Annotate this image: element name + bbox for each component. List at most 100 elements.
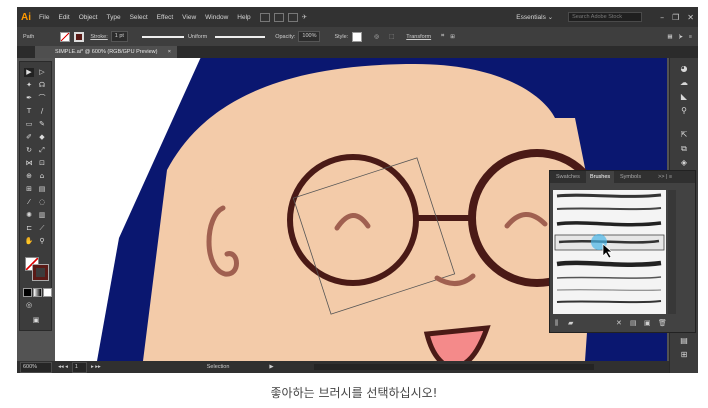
stroke-swatch[interactable] [74,31,85,42]
opacity-label[interactable]: Opacity: [275,34,295,40]
variable-width-profile[interactable] [141,35,184,38]
slice-tool-icon[interactable]: ⟋ [37,224,47,233]
paintbrush-tool-icon[interactable]: ✎ [37,120,47,129]
color-panel-icon[interactable]: ◕ [678,64,690,74]
brush-options-icon[interactable]: ▤ [630,319,637,327]
layers-icon[interactable]: ◈ [678,158,690,168]
artboard-number-field[interactable]: 1 [71,361,87,373]
mesh-tool-icon[interactable]: ⊞ [24,185,34,194]
recolor-icon[interactable]: ◎ [374,34,379,40]
curvature-tool-icon[interactable]: ⌒ [37,94,47,103]
width-tool-icon[interactable]: ⋈ [24,159,34,168]
rotate-tool-icon[interactable]: ↻ [24,146,34,155]
export-icon[interactable]: ⇱ [678,130,690,140]
new-brush-icon[interactable]: ▣ [644,319,651,327]
navigator-icon[interactable]: ⚲ [678,106,690,116]
menu-help[interactable]: Help [237,14,250,21]
arrange-documents-icon[interactable] [287,12,298,22]
close-icon[interactable]: ✕ [687,13,694,22]
shape-builder-icon[interactable]: ⊕ [24,172,34,181]
drawing-modes-icon[interactable]: ◎ [24,301,34,310]
workspace-switcher[interactable]: Essentials ⌄ [516,13,553,21]
panel-menu-icon[interactable]: >> | ≡ [654,171,676,183]
menu-type[interactable]: Type [106,14,120,21]
menu-icon[interactable]: ≡ [689,34,692,40]
none-mode-icon[interactable] [43,288,52,297]
fill-swatch[interactable] [60,31,71,42]
selection-tool-icon[interactable]: ▶ [24,68,34,77]
artboard-next-icon[interactable]: ▸ ▸▸ [91,364,101,370]
profile-dropdown[interactable]: Uniform [188,34,207,40]
panel-toggle-icon[interactable]: ▦ [667,34,672,40]
artboards-icon[interactable]: ⧉ [678,144,690,154]
tab-swatches[interactable]: Swatches [552,171,584,183]
stock-search-input[interactable]: Search Adobe Stock [568,12,643,22]
brush-dry-ink[interactable] [556,260,662,267]
align-icon[interactable]: ⬚ [389,34,394,40]
stroke-color-swatch[interactable] [32,264,49,281]
pen-tool-icon[interactable]: ✒ [24,94,34,103]
gpu-performance-icon[interactable]: ✈ [302,13,307,21]
screen-mode-icon[interactable]: ▣ [31,316,41,325]
blend-tool-icon[interactable]: ◌ [37,198,47,207]
brush-fude[interactable] [556,300,662,304]
artboard-tool-icon[interactable]: ⊏ [24,224,34,233]
shaper-tool-icon[interactable]: ✐ [24,133,34,142]
eyedropper-icon[interactable]: ⁄ [24,198,34,207]
brush-list[interactable] [553,190,666,314]
graphic-style-swatch[interactable] [352,31,363,42]
brush-selected[interactable] [558,239,660,244]
menu-view[interactable]: View [182,14,196,21]
transform-icon[interactable]: ⌗ [441,33,444,40]
menu-edit[interactable]: Edit [58,14,69,21]
brush-libraries-icon[interactable]: ⫼ [555,319,558,328]
gradient-mode-icon[interactable] [33,288,42,297]
panel-expand-icon[interactable]: |▸ [679,34,683,40]
minimize-icon[interactable]: – [660,13,664,22]
brush-charcoal[interactable] [556,193,662,198]
eraser-tool-icon[interactable]: ◆ [37,133,47,142]
zoom-field[interactable]: 600% [20,361,53,373]
hand-tool-icon[interactable]: ✋ [24,237,34,246]
perspective-grid-icon[interactable]: ⌂ [37,172,47,181]
brush-definition[interactable] [215,35,266,38]
zoom-tool-icon[interactable]: ⚲ [37,237,47,246]
artboard-prev-icon[interactable]: ◂◂ ◂ [58,364,68,370]
status-tool-name[interactable]: Selection [207,364,230,370]
panel-scrollbar[interactable] [668,190,676,314]
transform-panel-icon[interactable]: ⊞ [678,350,690,360]
delete-brush-icon[interactable]: 🗑 [658,319,667,327]
horizontal-scrollbar[interactable] [313,364,594,370]
stroke-label[interactable]: Stroke: [90,34,107,40]
stock-icon[interactable] [273,12,284,22]
free-transform-icon[interactable]: ⊡ [37,159,47,168]
brush-chalk[interactable] [556,207,662,211]
opacity-field[interactable]: 100% [298,31,321,42]
status-arrow-icon[interactable]: ▶ [269,364,273,370]
isolate-icon[interactable]: ⊞ [450,34,455,40]
stroke-weight-field[interactable]: 1 pt [110,31,128,42]
brush-thin[interactable] [556,289,662,291]
style-label[interactable]: Style: [334,34,348,40]
menu-effect[interactable]: Effect [157,14,174,21]
scale-tool-icon[interactable]: ⤢ [37,146,47,155]
color-mode-icon[interactable] [23,288,32,297]
close-tab-icon[interactable]: × [168,46,171,58]
brush-ink[interactable] [556,221,662,227]
document-tab[interactable]: SIMPLE.ai* @ 600% (RGB/GPU Preview) × [35,46,177,58]
swatches-panel-icon[interactable]: ◣ [678,92,690,102]
direct-selection-tool-icon[interactable]: ▷ [37,68,47,77]
rectangle-tool-icon[interactable]: ▭ [24,120,34,129]
magic-wand-icon[interactable]: ✦ [24,81,34,90]
type-tool-icon[interactable]: T [24,107,34,116]
color-guide-icon[interactable]: ☁ [678,78,690,88]
tab-symbols[interactable]: Symbols [616,171,645,183]
menu-file[interactable]: File [39,14,49,21]
lasso-icon[interactable]: ☊ [37,81,47,90]
remove-stroke-icon[interactable]: ✕ [616,319,622,327]
symbol-sprayer-icon[interactable]: ✺ [24,211,34,220]
bridge-icon[interactable] [259,12,270,22]
graph-tool-icon[interactable]: ▥ [37,211,47,220]
line-tool-icon[interactable]: / [37,107,47,116]
pathfinder-icon[interactable]: ▤ [678,336,690,346]
